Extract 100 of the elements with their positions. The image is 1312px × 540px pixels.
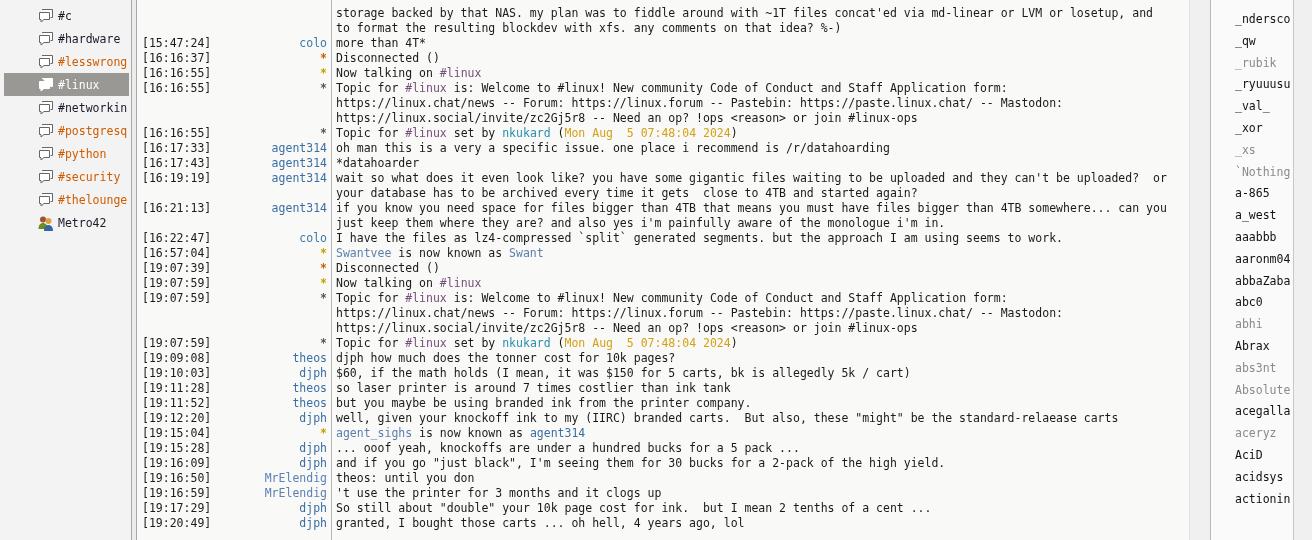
timestamp: [19:07:59] (141, 336, 213, 351)
nick-label: * (320, 51, 327, 66)
message-text: djph how much does the tonner cost for 10k pages? (336, 351, 676, 366)
chat-bubbles-icon (38, 100, 54, 115)
channel-item[interactable]: #hardware (4, 27, 129, 50)
user-item[interactable]: abc0 (1235, 292, 1263, 315)
user-item[interactable]: Abrax (1235, 335, 1270, 358)
user-item[interactable]: abbaZaba (1235, 270, 1291, 293)
timestamp: [16:16:37] (141, 51, 213, 66)
user-item[interactable]: _ndersco (1235, 9, 1291, 31)
nick-label: agent314 (271, 156, 327, 171)
message-text: https://linux.chat/news -- Forum: https://linux.forum -- Pastebin: https://paste.linux.chat/ -- Mastodon: (336, 306, 1063, 321)
message-text: So still about "double" your 10k page cost for ink. but I mean 2 tenths of a cent ... (336, 501, 932, 516)
message-text: agent_sighs is now known as agent314 (336, 426, 586, 441)
message-text: *datahoarder (336, 156, 420, 171)
chat-bubbles-icon (38, 31, 54, 46)
nick-label: colo (299, 36, 327, 51)
user-item[interactable]: a_west (1235, 205, 1277, 227)
channel-item[interactable]: #lesswrong (4, 50, 129, 73)
chat-bubbles-icon (38, 8, 54, 23)
channel-item[interactable]: #thelounge (4, 188, 129, 211)
message-text: more than 4T* (336, 36, 426, 51)
nick-label: * (320, 291, 327, 306)
nick-label: * (320, 276, 327, 291)
nick-label: djph (299, 501, 327, 516)
chat-bubbles-icon (38, 192, 54, 207)
nick-label: theos (292, 351, 327, 366)
message-text: https://linux.social/invite/zc2Gj5r8 -- Need an op? !ops <reason> or join #linux-ops (336, 321, 918, 336)
nick-label: djph (299, 441, 327, 456)
user-item[interactable]: aaabbb (1235, 226, 1277, 249)
timestamp: [19:07:59] (141, 276, 213, 291)
message-text: https://linux.social/invite/zc2Gj5r8 -- Need an op? !ops <reason> or join #linux-ops (336, 111, 918, 126)
nick-label: * (320, 66, 327, 81)
channel-item[interactable]: Metro42 (4, 211, 129, 234)
chat-bubbles-icon (38, 169, 54, 184)
message-text: theos: until you don (336, 471, 475, 486)
timestamp: [19:20:49] (141, 516, 213, 531)
user-item[interactable]: acegalla (1235, 401, 1291, 424)
message-text: wait so what does it even look like? you have some gigantic files waiting to be uploaded and they can't be uploaded? or (336, 171, 1167, 186)
user-item[interactable]: acidsys (1235, 466, 1284, 489)
channel-item[interactable]: #networkin (4, 96, 129, 119)
message-text: https://linux.chat/news -- Forum: https://linux.forum -- Pastebin: https://paste.linux.chat/ -- Mastodon: (336, 96, 1063, 111)
message-text: Disconnected () (336, 51, 440, 66)
chat-bubbles-icon (38, 123, 54, 138)
timestamp: [19:16:50] (141, 471, 213, 486)
timestamp: [19:15:04] (141, 426, 213, 441)
chat-bubbles-icon (38, 77, 54, 92)
message-text: oh man this is a very a specific issue. one place i recommend is /r/datahoarding (336, 141, 890, 156)
timestamp: [19:15:28] (141, 441, 213, 456)
timestamp: [19:07:39] (141, 261, 213, 276)
scrollbar[interactable] (1189, 0, 1211, 540)
nick-label: theos (292, 381, 327, 396)
user-item[interactable]: aaronm04 (1235, 248, 1291, 271)
timestamp: [19:11:28] (141, 381, 213, 396)
nick-label: * (320, 336, 327, 351)
user-item[interactable]: actionin (1235, 488, 1291, 511)
user-item[interactable]: AciD (1235, 444, 1263, 467)
message-text: just keep them where they are? and also yes i'm painfully aware of the monologue i'm in. (336, 216, 946, 231)
user-item[interactable]: _ryuuusu (1235, 74, 1291, 97)
timestamp: [16:57:04] (141, 246, 213, 261)
timestamp: [19:10:03] (141, 366, 213, 381)
message-text: Now talking on #linux (336, 66, 482, 81)
message-text: Disconnected () (336, 261, 440, 276)
nick-label: * (320, 126, 327, 141)
nick-label: * (320, 81, 327, 96)
nick-label: djph (299, 456, 327, 471)
nick-label: agent314 (271, 201, 327, 216)
timestamp: [16:17:43] (141, 156, 213, 171)
message-text: Topic for #linux set by nkukard (Mon Aug 5 07:48:04 2024) (336, 126, 738, 141)
channel-item[interactable]: #postgresq (4, 119, 129, 142)
nick-label: MrElendig (264, 471, 327, 486)
user-item[interactable]: _val_ (1235, 96, 1270, 118)
nick-label: djph (299, 366, 327, 381)
timestamp: [16:21:13] (141, 201, 213, 217)
nick-label: djph (299, 411, 327, 426)
message-text: Topic for #linux is: Welcome to #linux! New community Code of Conduct and Staff Application form: (336, 81, 1008, 96)
message-text: ... ooof yeah, knockoffs are under a hundred bucks for a 5 pack ... (336, 441, 800, 456)
timestamp: [16:16:55] (141, 66, 213, 81)
message-text: storage backed by that NAS. my plan was to fiddle around with ~1T files concat'ed via md-linear or LVM or losetup, and (336, 6, 1153, 21)
timestamp: [16:16:55] (141, 126, 213, 141)
message-text: Topic for #linux is: Welcome to #linux! New community Code of Conduct and Staff Application form: (336, 291, 1008, 306)
channel-item[interactable]: #c (4, 4, 129, 27)
message-text: I have the files as lz4-compressed `split` generated segments. but the approach I am using seems to work. (336, 231, 1063, 246)
channel-item[interactable]: #security (4, 165, 129, 188)
user-item[interactable]: _xor (1235, 118, 1263, 140)
timestamp: [19:17:29] (141, 501, 213, 516)
message-text: Swantvee is now known as Swant (336, 246, 544, 261)
message-text: and if you go "just black", I'm seeing them for 30 bucks for a 2-pack of the high yield. (336, 456, 946, 471)
nick-label: theos (292, 396, 327, 411)
user-item[interactable]: a-865 (1235, 183, 1270, 206)
timestamp: [19:16:59] (141, 486, 213, 501)
nick-label: * (320, 426, 327, 441)
user-item[interactable]: _qw (1235, 30, 1256, 53)
channel-item[interactable]: #python (4, 142, 129, 165)
message-text: granted, I bought those carts ... oh hell, 4 years ago, lol (336, 516, 745, 531)
timestamp: [19:11:52] (141, 396, 213, 411)
timestamp: [15:47:24] (141, 36, 213, 51)
nick-label: agent314 (271, 141, 327, 156)
message-text: Topic for #linux set by nkukard (Mon Aug 5 07:48:04 2024) (336, 336, 738, 351)
nick-label: agent314 (271, 171, 327, 186)
